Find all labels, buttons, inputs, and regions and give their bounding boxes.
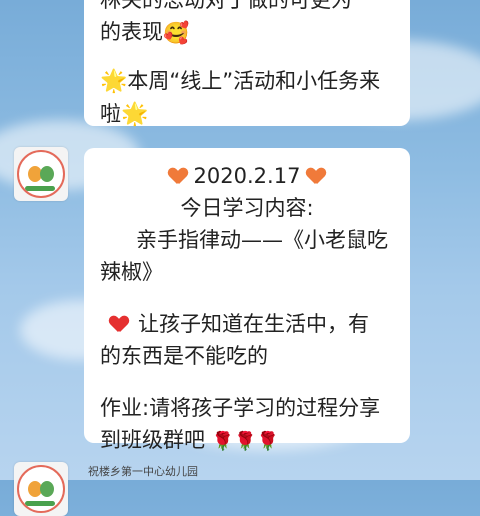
sender-name: 祝楼乡第一中心幼儿园	[88, 465, 198, 478]
message-bubble[interactable]: 2020.2.17 今日学习内容: 亲手指律动——《小老鼠吃 辣椒》 让孩子知道…	[84, 148, 410, 452]
kindergarten-logo-icon	[17, 465, 65, 513]
message-content-line: 亲手指律动——《小老鼠吃	[136, 228, 388, 252]
kindergarten-logo-icon	[17, 150, 65, 198]
message-text: 本周“线上”活动和小任务来	[127, 69, 381, 93]
red-heart-icon	[110, 316, 128, 332]
message-text: 的表现	[100, 20, 163, 44]
sender-avatar[interactable]	[14, 147, 68, 201]
message-bubble-previous[interactable]: 林关的思动对丁做的可更为 的表现🥰 🌟本周“线上”活动和小任务来 啦🌟	[84, 0, 410, 127]
message-homework-line: 到班级群吧 🌹🌹🌹	[100, 424, 410, 458]
star-icon: 🌟	[121, 102, 149, 127]
message-content-line: 辣椒》	[100, 260, 163, 284]
rose-icon: 🌹🌹🌹	[211, 431, 279, 452]
message-heading: 今日学习内容:	[180, 196, 314, 220]
message-text-line: 林关的思动对丁做的可更为	[100, 0, 352, 12]
message-text-line: 🌟本周“线上”活动和小任务来	[100, 65, 410, 98]
message-date-line: 2020.2.17	[84, 160, 410, 192]
message-text-line: 啦🌟	[100, 98, 410, 131]
smiling-face-emoji: 🥰	[163, 21, 190, 45]
message-text-line: 的表现🥰	[100, 16, 410, 49]
sender-avatar[interactable]	[14, 462, 68, 516]
message-point-line: 的东西是不能吃的	[100, 344, 268, 368]
message-point-line: 让孩子知道在生活中，有	[100, 308, 410, 340]
orange-heart-icon	[307, 168, 325, 184]
message-text: 啦	[100, 102, 121, 126]
message-text: 让孩子知道在生活中，有	[138, 312, 369, 336]
star-icon: 🌟	[100, 69, 128, 94]
message-date: 2020.2.17	[193, 164, 301, 188]
orange-heart-icon	[169, 168, 187, 184]
message-homework-line: 作业:请将孩子学习的过程分享	[100, 396, 381, 420]
message-text: 到班级群吧	[100, 428, 205, 452]
